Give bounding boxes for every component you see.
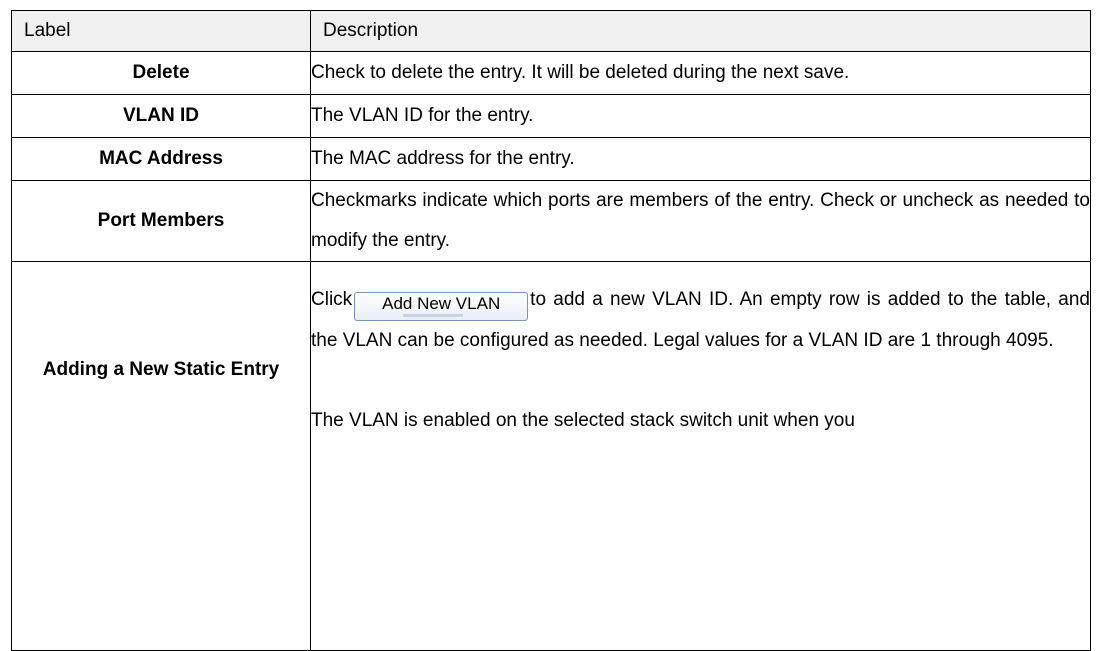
- table-row: Port Members Checkmarks indicate which p…: [11, 180, 1091, 262]
- row-description: The VLAN ID for the entry.: [310, 94, 1091, 138]
- table-row: Adding a New Static Entry Click Add New V…: [11, 261, 1091, 651]
- row-label: VLAN ID: [11, 94, 311, 138]
- row-description: Check to delete the entry. It will be de…: [310, 51, 1091, 95]
- table-header-row: Label Description: [11, 10, 1091, 52]
- row-description: The MAC address for the entry.: [310, 137, 1091, 181]
- row-label: Delete: [11, 51, 311, 95]
- button-shade: [403, 314, 464, 317]
- table-row: Delete Check to delete the entry. It wil…: [11, 51, 1091, 95]
- click-text: Click: [311, 289, 353, 310]
- header-description: Description: [310, 10, 1091, 52]
- table-row: VLAN ID The VLAN ID for the entry.: [11, 94, 1091, 138]
- row-label: Adding a New Static Entry: [11, 261, 311, 651]
- row-description: Click Add New VLAN to add a new VLAN ID. A…: [310, 261, 1091, 651]
- table-row: MAC Address The MAC address for the entr…: [11, 137, 1091, 181]
- row-description: Checkmarks indicate which ports are memb…: [310, 180, 1091, 262]
- add-new-vlan-button[interactable]: Add New VLAN: [354, 292, 529, 321]
- header-label: Label: [11, 10, 311, 52]
- description-paragraph: Click Add New VLAN to add a new VLAN ID. A…: [311, 280, 1090, 361]
- description-paragraph: The VLAN is enabled on the selected stac…: [311, 410, 855, 431]
- description-table: Label Description Delete Check to delete…: [11, 10, 1091, 651]
- add-new-vlan-button-label: Add New VLAN: [382, 294, 501, 313]
- row-label: MAC Address: [11, 137, 311, 181]
- row-label: Port Members: [11, 180, 311, 262]
